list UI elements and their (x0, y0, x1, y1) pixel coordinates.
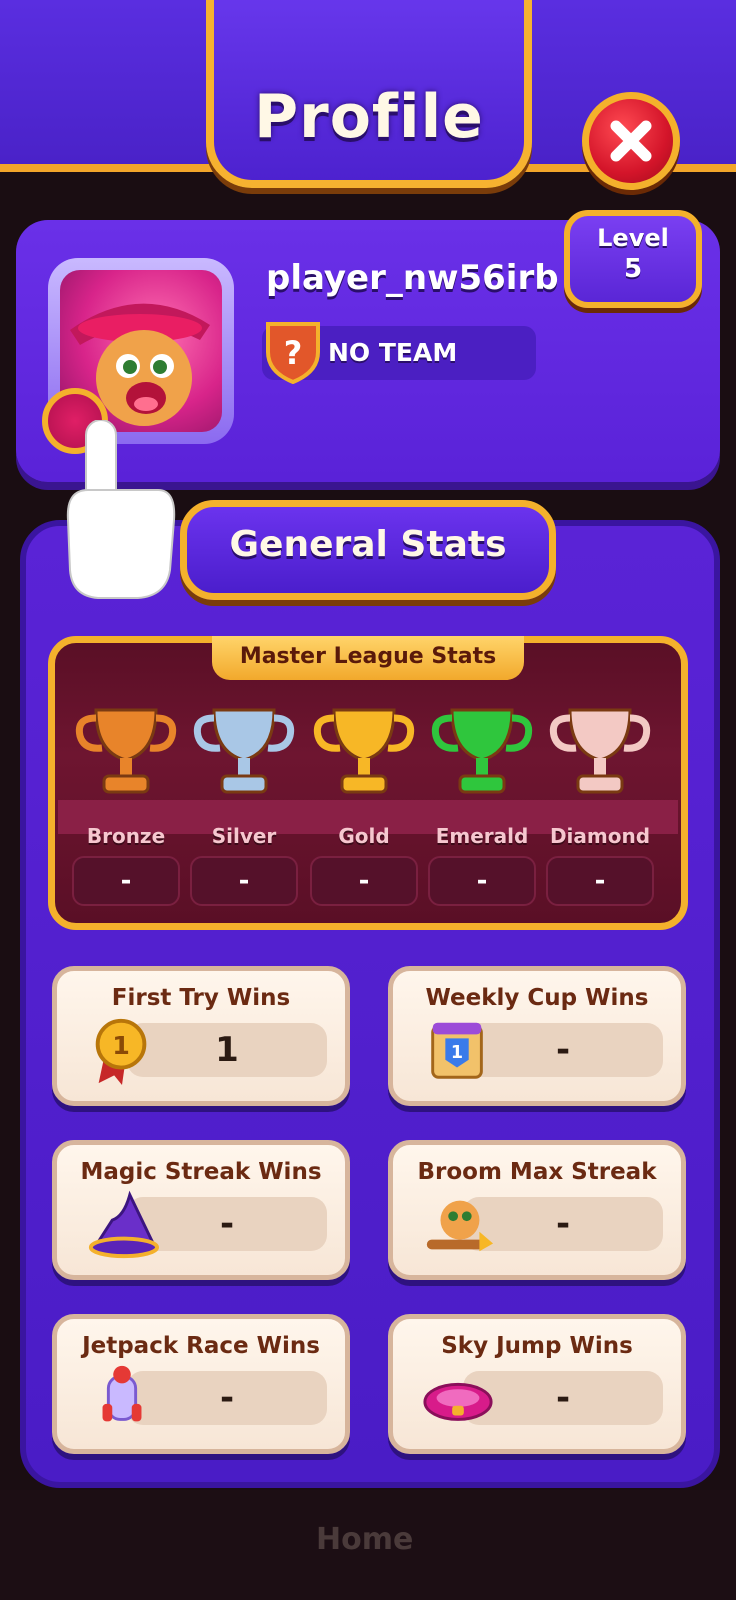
cup-icon: 1 (431, 1022, 483, 1079)
stat-title: Broom Max Streak (417, 1159, 657, 1185)
league-tier-diamond: Diamond - (546, 690, 654, 906)
level-value: 5 (623, 254, 643, 284)
league-tier-bronze: Bronze - (72, 690, 180, 906)
tier-name: Diamond (549, 824, 651, 848)
stat-title: Magic Streak Wins (80, 1159, 322, 1185)
tier-value: - (72, 856, 180, 906)
level-label: Level (597, 224, 669, 252)
svg-text:1: 1 (451, 1043, 463, 1063)
stat-title: Sky Jump Wins (441, 1333, 633, 1359)
close-button[interactable] (582, 92, 680, 190)
wizard-hat-icon (88, 1190, 159, 1259)
league-tier-silver: Silver - (190, 690, 298, 906)
stat-card: Magic Streak Wins - (52, 1140, 350, 1280)
medal-icon: 1 (95, 1018, 147, 1086)
tier-name: Gold (338, 824, 390, 848)
team-name: NO TEAM (328, 338, 458, 367)
hand-pointer-icon (66, 420, 176, 599)
stat-title: Weekly Cup Wins (425, 985, 649, 1011)
trophy-icon (431, 708, 533, 794)
jetpack-icon (102, 1365, 142, 1422)
trophy-icon (75, 708, 177, 794)
stat-card: Weekly Cup Wins -1 (388, 966, 686, 1106)
svg-text:1: 1 (112, 1031, 130, 1060)
level-badge: Level 5 (564, 210, 702, 308)
league-title: Master League Stats (212, 636, 524, 680)
league-tier-emerald: Emerald - (428, 690, 536, 906)
stat-title: Jetpack Race Wins (82, 1333, 320, 1359)
stat-card: Broom Max Streak - (388, 1140, 686, 1280)
league-tier-gold: Gold - (310, 690, 418, 906)
tier-value: - (190, 856, 298, 906)
close-icon (610, 120, 652, 162)
team-shield-icon: ? (266, 322, 320, 384)
svg-text:?: ? (284, 334, 303, 372)
tier-name: Emerald (435, 824, 529, 848)
trophy-icon (549, 708, 651, 794)
stat-title: First Try Wins (111, 985, 291, 1011)
tier-value: - (428, 856, 536, 906)
tier-name: Silver (211, 824, 277, 848)
home-nav-label: Home (316, 1522, 414, 1557)
page-title: Profile (254, 82, 484, 152)
trophy-icon (313, 708, 415, 794)
trophy-icon (193, 708, 295, 794)
tier-value: - (546, 856, 654, 906)
trampoline-icon (423, 1382, 493, 1421)
stat-card: First Try Wins 1 1 (52, 966, 350, 1106)
stat-card: Sky Jump Wins - (388, 1314, 686, 1454)
tier-value: - (310, 856, 418, 906)
tier-name: Bronze (86, 824, 166, 848)
username: player_nw56irb (266, 258, 559, 298)
cat-broom-icon (426, 1200, 494, 1252)
stat-card: Jetpack Race Wins - (52, 1314, 350, 1454)
stats-title: General Stats (229, 524, 507, 565)
